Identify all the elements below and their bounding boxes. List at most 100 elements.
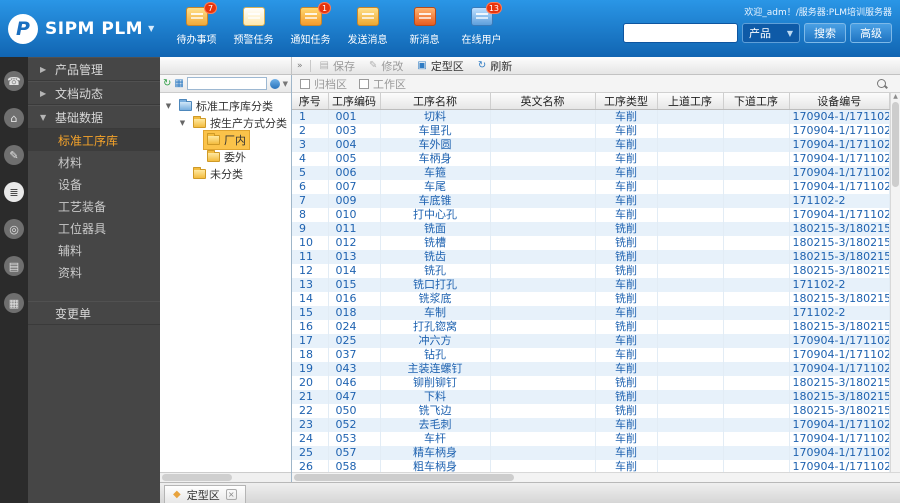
cell-name[interactable]: 铣飞边 [380, 404, 491, 418]
cell-code[interactable]: 005 [328, 152, 381, 166]
cell-code[interactable]: 001 [328, 109, 381, 124]
table-column-header[interactable]: 设备编号 [789, 93, 890, 110]
cell-name[interactable]: 车外圆 [380, 138, 491, 152]
cell-name[interactable]: 冲六方 [380, 334, 491, 348]
cell-code[interactable]: 004 [328, 138, 381, 152]
cell-code[interactable]: 011 [328, 222, 381, 236]
cell-name[interactable]: 车尾 [380, 180, 491, 194]
table-column-header[interactable]: 下道工序 [723, 93, 790, 110]
cell-name[interactable]: 粗车柄身 [380, 460, 491, 472]
cell-code[interactable]: 052 [328, 418, 381, 432]
hscroll-thumb[interactable] [294, 474, 514, 481]
table-row[interactable]: 1 001 切料 车削 170904-1/171102-2 [292, 109, 890, 124]
advanced-search-button[interactable]: 高级 [850, 23, 892, 43]
table-column-header[interactable]: 工序编码 [328, 93, 381, 110]
global-search-input[interactable] [623, 23, 738, 43]
cell-code[interactable]: 050 [328, 404, 381, 418]
cell-equipment[interactable]: 170904-1/171102-2 [789, 418, 890, 432]
cell-equipment[interactable]: 170904-1/171102-2 [789, 180, 890, 194]
cell-name[interactable]: 主装连螺钉 [380, 362, 491, 376]
table-row[interactable]: 14 016 铣浆底 铣削 180215-3/180215-4 [292, 292, 890, 306]
cell-equipment[interactable]: 180215-3/180215-4 [789, 390, 890, 404]
filter-checkbox-option[interactable]: 工作区 [359, 76, 406, 92]
sidebar-item[interactable]: 辅料 [28, 239, 160, 261]
table-row[interactable]: 4 005 车柄身 车削 170904-1/171102-2 [292, 152, 890, 166]
checkbox-icon[interactable] [300, 78, 310, 89]
top-nav-item[interactable]: 预警任务 [225, 0, 282, 46]
table-column-header[interactable]: 序号 [292, 93, 329, 110]
tree-filter-input[interactable] [186, 77, 267, 90]
vscroll-thumb[interactable] [892, 102, 899, 187]
tree-refresh-icon[interactable]: ↻ [163, 78, 171, 89]
table-row[interactable]: 10 012 铣槽 铣削 180215-3/180215-4 [292, 236, 890, 250]
cell-name[interactable]: 下料 [380, 390, 491, 404]
cell-name[interactable]: 铆削铆钉 [380, 376, 491, 390]
cell-equipment[interactable]: 180215-3/180215-4 [789, 250, 890, 264]
table-column-header[interactable]: 英文名称 [490, 93, 596, 110]
table-column-header[interactable]: 工序类型 [595, 93, 658, 110]
toolbar-button[interactable]: ▤ 保存 [313, 57, 362, 74]
cell-code[interactable]: 014 [328, 264, 381, 278]
cell-name[interactable]: 铣槽 [380, 236, 491, 250]
table-row[interactable]: 16 024 打孔锪窝 铣削 180215-3/180215-4 [292, 320, 890, 334]
tree-node[interactable]: 未分类 [160, 165, 291, 182]
logo[interactable]: P SIPM PLM ▼ [0, 0, 168, 57]
qr-icon[interactable]: ▦ [4, 293, 24, 313]
tree-horizontal-scrollbar[interactable] [160, 472, 291, 482]
tree-node[interactable]: ▼ 按生产方式分类 [160, 114, 291, 131]
table-row[interactable]: 8 010 打中心孔 车削 170904-1/171102-2 [292, 208, 890, 222]
cell-name[interactable]: 打孔锪窝 [380, 320, 491, 334]
close-icon[interactable]: × [225, 489, 237, 500]
toolbar-button[interactable]: ✎ 修改 [362, 57, 410, 74]
cell-code[interactable]: 006 [328, 166, 381, 180]
cell-code[interactable]: 010 [328, 208, 381, 222]
cell-code[interactable]: 012 [328, 236, 381, 250]
cell-name[interactable]: 车柄身 [380, 152, 491, 166]
table-row[interactable]: 7 009 车底锥 车削 171102-2 [292, 194, 890, 208]
cell-code[interactable]: 016 [328, 292, 381, 306]
tree-node-arrow-icon[interactable]: ▼ [164, 102, 173, 110]
tree-expand-icon[interactable]: ▦ [174, 78, 183, 89]
tree-node[interactable]: 委外 [160, 148, 291, 165]
table-row[interactable]: 17 025 冲六方 车削 170904-1/171102-2 [292, 334, 890, 348]
cell-equipment[interactable]: 180215-3/180215-4 [789, 264, 890, 278]
search-icon[interactable] [876, 78, 888, 90]
cell-code[interactable]: 053 [328, 432, 381, 446]
cell-name[interactable]: 切料 [380, 109, 491, 124]
cell-name[interactable]: 钻孔 [380, 348, 491, 362]
cell-code[interactable]: 013 [328, 250, 381, 264]
sidebar-item[interactable]: 材料 [28, 151, 160, 173]
horizontal-scrollbar[interactable] [292, 472, 900, 482]
sidebar-item[interactable]: ▶ 文档动态 [28, 81, 160, 105]
top-nav-item[interactable]: 7 待办事项 [168, 0, 225, 46]
book-icon[interactable]: ▤ [4, 256, 24, 276]
table-row[interactable]: 22 050 铣飞边 铣削 180215-3/180215-4 [292, 404, 890, 418]
cell-equipment[interactable]: 180215-3/180215-4 [789, 292, 890, 306]
table-column-header[interactable]: 上道工序 [657, 93, 724, 110]
cell-equipment[interactable]: 170904-1/171102-2 [789, 152, 890, 166]
cell-equipment[interactable]: 180215-3/180215-4 [789, 236, 890, 250]
table-column-header[interactable]: 工序名称 [380, 93, 491, 110]
cell-code[interactable]: 043 [328, 362, 381, 376]
tree-go-icon[interactable] [269, 78, 280, 89]
tree-node[interactable]: ▼ 标准工序库分类 [160, 97, 291, 114]
table-row[interactable]: 13 015 铣口打孔 车削 171102-2 [292, 278, 890, 292]
checkbox-icon[interactable] [359, 78, 369, 89]
cell-equipment[interactable]: 170904-1/171102-2 [789, 348, 890, 362]
edit-icon[interactable]: ✎ [4, 145, 24, 165]
sidebar-item[interactable]: 变更单 [28, 301, 160, 325]
cell-name[interactable]: 车底锥 [380, 194, 491, 208]
table-row[interactable]: 3 004 车外圆 车削 170904-1/171102-2 [292, 138, 890, 152]
cell-code[interactable]: 018 [328, 306, 381, 320]
sidebar-item[interactable]: 工艺装备 [28, 195, 160, 217]
sidebar-item[interactable]: 工位器具 [28, 217, 160, 239]
search-button[interactable]: 搜索 [804, 23, 846, 43]
cell-code[interactable]: 046 [328, 376, 381, 390]
table-row[interactable]: 24 053 车杆 车削 170904-1/171102-2 [292, 432, 890, 446]
logo-dropdown-caret-icon[interactable]: ▼ [148, 24, 154, 33]
cell-name[interactable]: 去毛刺 [380, 418, 491, 432]
table-row[interactable]: 2 003 车里孔 车削 170904-1/171102-2 [292, 124, 890, 138]
cell-name[interactable]: 精车柄身 [380, 446, 491, 460]
filter-checkbox-option[interactable]: 归档区 [300, 76, 347, 92]
cell-equipment[interactable]: 171102-2 [789, 194, 890, 208]
